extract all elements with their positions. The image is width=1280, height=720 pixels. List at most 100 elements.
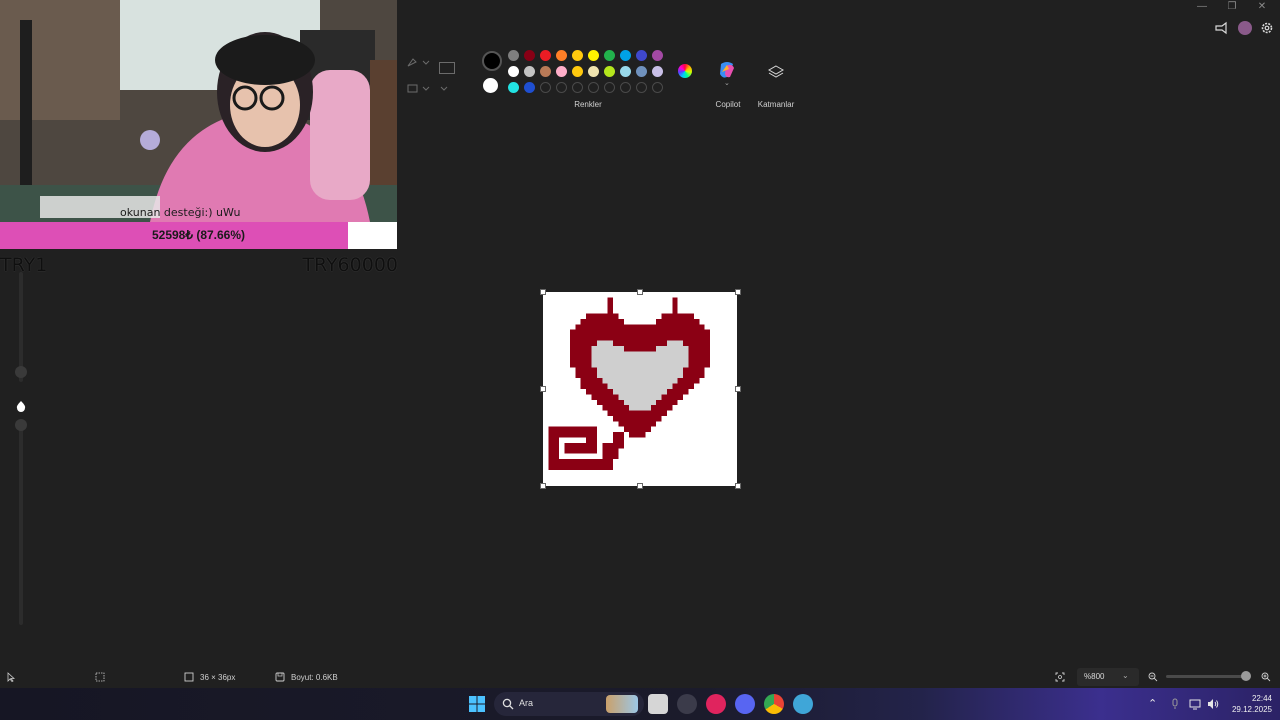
- zoom-out-icon[interactable]: [1148, 672, 1158, 682]
- fill-icon[interactable]: [407, 80, 431, 98]
- resize-handle[interactable]: [735, 386, 741, 392]
- brush-size-knob[interactable]: [15, 366, 27, 378]
- color-swatch[interactable]: [636, 66, 647, 77]
- opacity-slider[interactable]: [19, 420, 23, 625]
- pixel: [607, 383, 673, 389]
- volume-icon[interactable]: [1207, 697, 1219, 709]
- pixel: [596, 340, 614, 346]
- maximize-button[interactable]: ❐: [1218, 0, 1246, 14]
- app-icon-browser[interactable]: [793, 694, 813, 714]
- color-swatch[interactable]: [524, 82, 535, 93]
- pixel: [569, 345, 711, 352]
- search-highlight-image: [606, 695, 638, 713]
- pixel: [666, 340, 684, 346]
- close-button[interactable]: ✕: [1248, 0, 1276, 14]
- size-icon[interactable]: [437, 80, 457, 98]
- custom-color-slot[interactable]: [636, 82, 647, 93]
- network-icon[interactable]: [1189, 697, 1201, 710]
- custom-color-slot[interactable]: [572, 82, 583, 93]
- resize-handle[interactable]: [735, 483, 741, 489]
- resize-handle[interactable]: [540, 289, 546, 295]
- color-swatch[interactable]: [604, 50, 615, 61]
- colors-label: Renkler: [574, 100, 602, 109]
- copilot-icon[interactable]: [717, 60, 737, 80]
- color-swatch[interactable]: [524, 50, 535, 61]
- layers-label[interactable]: Katmanlar: [751, 100, 801, 109]
- pixel: [656, 318, 700, 325]
- zoom-in-icon[interactable]: [1261, 672, 1271, 682]
- color-swatch[interactable]: [636, 50, 647, 61]
- chrome-icon[interactable]: [764, 694, 784, 714]
- share-icon[interactable]: [1214, 21, 1228, 35]
- show-hidden-icons-chevron[interactable]: ⌃: [1148, 697, 1157, 710]
- color-swatch[interactable]: [508, 66, 519, 77]
- zoom-slider-thumb[interactable]: [1241, 671, 1251, 681]
- resize-handle[interactable]: [735, 289, 741, 295]
- taskbar-search[interactable]: Ara: [494, 692, 644, 716]
- pixel: [548, 459, 614, 470]
- account-avatar[interactable]: [1238, 21, 1252, 35]
- color-swatch[interactable]: [620, 50, 631, 61]
- fit-to-window-icon[interactable]: [1055, 672, 1065, 682]
- discord-icon[interactable]: [735, 694, 755, 714]
- color-swatch[interactable]: [620, 66, 631, 77]
- color-swatch[interactable]: [572, 66, 583, 77]
- custom-color-slot[interactable]: [652, 82, 663, 93]
- custom-color-slot[interactable]: [540, 82, 551, 93]
- custom-color-slot[interactable]: [604, 82, 615, 93]
- secondary-color-swatch[interactable]: [483, 78, 498, 93]
- zoom-slider[interactable]: [1166, 675, 1248, 678]
- color-swatch[interactable]: [652, 50, 663, 61]
- custom-color-slot[interactable]: [556, 82, 567, 93]
- edit-colors-icon[interactable]: [678, 64, 692, 78]
- color-swatch[interactable]: [556, 66, 567, 77]
- taskbar: Ara ⌃ 22:44 29.12.2025: [0, 688, 1280, 720]
- pixel: [569, 335, 711, 341]
- layers-icon[interactable]: [767, 64, 785, 85]
- custom-color-slot[interactable]: [588, 82, 599, 93]
- pixel: [569, 340, 711, 346]
- pixel: [569, 329, 711, 336]
- color-swatch[interactable]: [524, 66, 535, 77]
- app-icon-steam[interactable]: [677, 694, 697, 714]
- copilot-label[interactable]: Copilot: [707, 100, 749, 109]
- copilot-chevron-icon[interactable]: ⌄: [724, 79, 730, 87]
- resize-handle[interactable]: [637, 289, 643, 295]
- app-icon-music[interactable]: [706, 694, 726, 714]
- settings-icon[interactable]: [1260, 21, 1274, 35]
- pixel: [596, 372, 684, 379]
- resize-handle[interactable]: [637, 483, 643, 489]
- shapes-icon[interactable]: [439, 62, 455, 74]
- pixel: [575, 324, 705, 330]
- pointer-position: [7, 672, 15, 682]
- clock[interactable]: 22:44 29.12.2025: [1228, 693, 1272, 715]
- clock-time: 22:44: [1251, 694, 1272, 703]
- primary-color-swatch[interactable]: [482, 51, 502, 71]
- color-swatch[interactable]: [540, 50, 551, 61]
- microphone-icon[interactable]: [1170, 697, 1180, 709]
- color-swatch[interactable]: [588, 50, 599, 61]
- color-swatch[interactable]: [572, 50, 583, 61]
- minimize-button[interactable]: —: [1188, 0, 1216, 14]
- color-swatch[interactable]: [540, 66, 551, 77]
- windows-start-icon[interactable]: [469, 696, 485, 712]
- pixel: [602, 378, 678, 384]
- color-swatch[interactable]: [508, 50, 519, 61]
- color-swatch[interactable]: [556, 50, 567, 61]
- zoom-dropdown[interactable]: %800 ⌄: [1077, 668, 1139, 686]
- color-swatch[interactable]: [652, 66, 663, 77]
- task-view-icon[interactable]: [648, 694, 668, 714]
- pixel-art-heart: [548, 297, 711, 470]
- color-swatch[interactable]: [508, 82, 519, 93]
- color-swatch[interactable]: [588, 66, 599, 77]
- color-swatch[interactable]: [604, 66, 615, 77]
- search-icon: [502, 698, 514, 710]
- webcam-image: [0, 0, 397, 222]
- custom-color-slot[interactable]: [620, 82, 631, 93]
- canvas-size-value: 36 × 36px: [200, 672, 236, 682]
- brush-icon[interactable]: [407, 54, 431, 72]
- resize-handle[interactable]: [540, 483, 546, 489]
- drawing-canvas[interactable]: [543, 292, 737, 486]
- opacity-knob[interactable]: [15, 419, 27, 431]
- resize-handle[interactable]: [540, 386, 546, 392]
